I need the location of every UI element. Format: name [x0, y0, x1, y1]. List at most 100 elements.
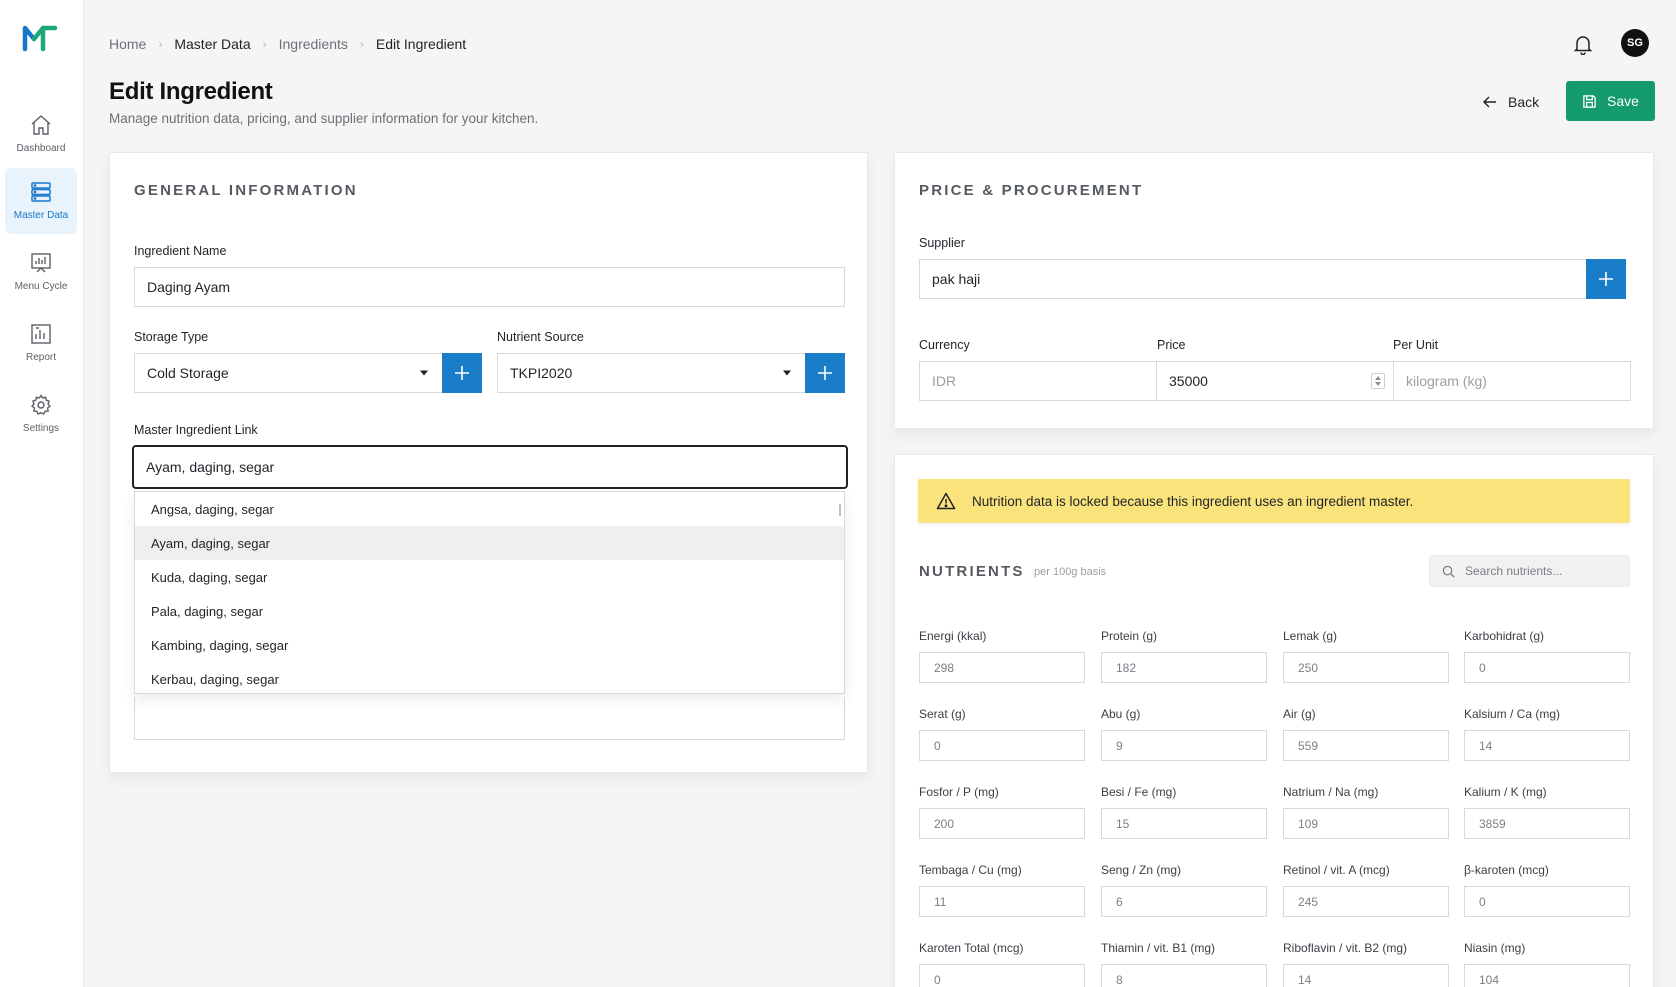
page-subtitle: Manage nutrition data, pricing, and supp…	[109, 111, 539, 126]
search-nutrients-input[interactable]: Search nutrients...	[1429, 555, 1630, 587]
nutrient-value-field: 0	[919, 730, 1085, 761]
nutrient-label: Niasin (mg)	[1464, 941, 1526, 955]
nutrient-label: Air (g)	[1283, 707, 1316, 721]
breadcrumb-master-data[interactable]: Master Data	[174, 36, 250, 52]
sidebar-item-settings[interactable]: Settings	[5, 381, 77, 447]
nutrient-label: Kalium / K (mg)	[1464, 785, 1547, 799]
nutrient-label: Protein (g)	[1101, 629, 1158, 643]
chevron-right-icon: ›	[359, 37, 364, 51]
ingredient-name-label: Ingredient Name	[134, 244, 227, 258]
master-ingredient-link-label: Master Ingredient Link	[134, 423, 258, 437]
currency-label: Currency	[919, 338, 970, 352]
ingredient-name-input[interactable]: Daging Ayam	[134, 267, 845, 307]
general-information-card: GENERAL INFORMATION Ingredient Name Dagi…	[109, 152, 868, 773]
dropdown-option-selected[interactable]: Ayam, daging, segar	[135, 526, 844, 560]
warning-icon	[936, 492, 956, 510]
dropdown-option[interactable]: Kerbau, daging, segar	[135, 662, 844, 693]
nutrient-value-field: 250	[1283, 652, 1449, 683]
master-ingredient-link-input[interactable]: Ayam, daging, segar	[132, 445, 848, 489]
app-logo[interactable]	[22, 24, 58, 52]
supplier-input[interactable]: pak haji	[919, 259, 1587, 299]
supplier-label: Supplier	[919, 236, 965, 250]
nutrient-value-field: 9	[1101, 730, 1267, 761]
report-icon	[31, 324, 51, 344]
sidebar-item-label: Settings	[22, 423, 60, 434]
sidebar-item-dashboard[interactable]: Dashboard	[5, 101, 77, 167]
back-button-label: Back	[1508, 94, 1540, 110]
nutrient-label: β-karoten (mcg)	[1464, 863, 1549, 877]
nutrient-value-field: 559	[1283, 730, 1449, 761]
dropdown-option[interactable]: Kuda, daging, segar	[135, 560, 844, 594]
price-procurement-title: PRICE & PROCUREMENT	[919, 182, 1144, 199]
number-stepper-icon[interactable]	[1371, 373, 1385, 389]
master-ingredient-link-value: Ayam, daging, segar	[146, 459, 275, 475]
nutrient-value-field: 8	[1101, 964, 1267, 987]
nutrient-value-field: 109	[1283, 808, 1449, 839]
save-button[interactable]: Save	[1566, 81, 1655, 121]
save-button-label: Save	[1607, 93, 1639, 109]
add-nutrient-source-button[interactable]	[805, 353, 845, 393]
dropdown-scrollbar[interactable]	[839, 504, 841, 516]
storage-type-select[interactable]: Cold Storage	[134, 353, 443, 393]
currency-field: IDR	[919, 361, 1157, 401]
nutrient-label: Tembaga / Cu (mg)	[919, 863, 1022, 877]
nutrient-value-field: 0	[1464, 886, 1630, 917]
sidebar-item-report[interactable]: Report	[5, 310, 77, 376]
sidebar-item-label: Master Data	[13, 210, 69, 221]
nutrient-label: Seng / Zn (mg)	[1101, 863, 1182, 877]
price-input[interactable]: 35000	[1156, 361, 1394, 401]
dropdown-option[interactable]: Angsa, daging, segar	[135, 492, 844, 526]
back-button[interactable]: Back	[1482, 90, 1539, 114]
dropdown-option[interactable]: Kambing, daging, segar	[135, 628, 844, 662]
per-unit-label: Per Unit	[1393, 338, 1439, 352]
nutrient-source-value: TKPI2020	[510, 365, 573, 381]
per-unit-field: kilogram (kg)	[1393, 361, 1631, 401]
nutrient-value-field: 3859	[1464, 808, 1630, 839]
search-nutrients-placeholder: Search nutrients...	[1465, 564, 1563, 578]
per-unit-value: kilogram (kg)	[1406, 373, 1487, 389]
plus-icon	[1599, 272, 1613, 286]
nutrient-label: Abu (g)	[1101, 707, 1141, 721]
save-icon	[1583, 94, 1596, 108]
sidebar-item-label: Dashboard	[16, 143, 66, 154]
nutrient-value-field: 0	[919, 964, 1085, 987]
dropdown-option[interactable]: Pala, daging, segar	[135, 594, 844, 628]
arrow-left-icon	[1483, 96, 1496, 108]
nutrition-locked-message: Nutrition data is locked because this in…	[972, 493, 1414, 509]
chevron-right-icon: ›	[158, 37, 163, 51]
nutrient-label: Thiamin / vit. B1 (mg)	[1101, 941, 1216, 955]
sidebar-item-label: Menu Cycle	[14, 281, 68, 292]
notification-bell-icon[interactable]	[1573, 33, 1593, 55]
nutrients-basis: per 100g basis	[1034, 566, 1107, 578]
price-procurement-card: PRICE & PROCUREMENT Supplier pak haji Cu…	[894, 152, 1654, 429]
caret-down-icon	[420, 370, 428, 376]
gear-icon	[30, 394, 52, 415]
nutrient-label: Riboflavin / vit. B2 (mg)	[1283, 941, 1408, 955]
nutrient-label: Retinol / vit. A (mcg)	[1283, 863, 1390, 877]
add-supplier-button[interactable]	[1586, 259, 1626, 299]
nutrient-label: Karbohidrat (g)	[1464, 629, 1545, 643]
nutrient-value-field: 298	[919, 652, 1085, 683]
user-avatar[interactable]: SG	[1621, 29, 1649, 57]
price-value: 35000	[1169, 373, 1208, 389]
nutrient-label: Serat (g)	[919, 707, 966, 721]
sidebar-item-menu-cycle[interactable]: Menu Cycle	[5, 239, 77, 305]
sidebar: Dashboard Master Data Menu Cycle Report …	[0, 0, 84, 987]
nutrient-value-field: 14	[1464, 730, 1630, 761]
search-icon	[1442, 565, 1455, 578]
hidden-field-below-dropdown	[134, 697, 845, 740]
storage-type-value: Cold Storage	[147, 365, 229, 381]
nutrient-label: Besi / Fe (mg)	[1101, 785, 1177, 799]
plus-icon	[455, 366, 469, 380]
breadcrumb-ingredients[interactable]: Ingredients	[279, 36, 348, 52]
nutrient-source-select[interactable]: TKPI2020	[497, 353, 806, 393]
nutrient-value-field: 182	[1101, 652, 1267, 683]
breadcrumb-home[interactable]: Home	[109, 36, 146, 52]
nutrient-value-field: 200	[919, 808, 1085, 839]
nutrient-label: Natrium / Na (mg)	[1283, 785, 1379, 799]
nutrient-label: Lemak (g)	[1283, 629, 1338, 643]
plus-icon	[818, 366, 832, 380]
sidebar-item-master-data[interactable]: Master Data	[5, 168, 77, 234]
add-storage-type-button[interactable]	[442, 353, 482, 393]
nutrient-label: Karoten Total (mcg)	[919, 941, 1024, 955]
